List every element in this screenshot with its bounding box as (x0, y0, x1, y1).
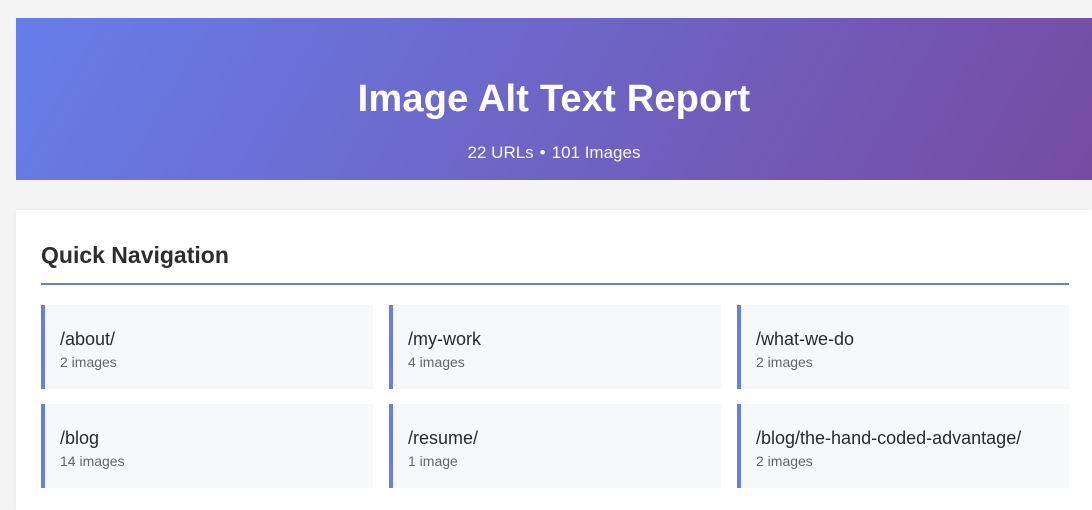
heading-divider (41, 283, 1069, 285)
page-title: Image Alt Text Report (357, 78, 751, 120)
report-summary: 22 URLs • 101 Images (16, 142, 1092, 164)
nav-item-count: 1 image (408, 453, 458, 469)
section-heading: Quick Navigation (41, 242, 229, 268)
image-count: 101 Images (551, 143, 641, 162)
quick-navigation-section: Quick Navigation /about/ 2 images /my-wo… (16, 210, 1092, 510)
nav-item-blog-hand-coded-advantage[interactable]: /blog/the-hand-coded-advantage/ 2 images (737, 404, 1069, 488)
nav-item-path: /about/ (60, 329, 116, 349)
nav-item-my-work[interactable]: /my-work 4 images (389, 305, 721, 389)
nav-item-path: /resume/ (408, 428, 479, 448)
nav-item-count: 2 images (756, 453, 813, 469)
navigation-grid: /about/ 2 images /my-work 4 images /what… (41, 305, 1069, 488)
nav-item-about[interactable]: /about/ 2 images (41, 305, 373, 389)
url-count: 22 URLs (467, 143, 534, 162)
nav-item-blog[interactable]: /blog 14 images (41, 404, 373, 488)
nav-item-count: 4 images (408, 354, 465, 370)
summary-separator: • (539, 143, 546, 162)
report-header: Image Alt Text Report 22 URLs • 101 Images (16, 18, 1092, 180)
nav-item-count: 2 images (60, 354, 117, 370)
nav-item-path: /what-we-do (756, 329, 855, 349)
nav-item-count: 2 images (756, 354, 813, 370)
nav-item-resume[interactable]: /resume/ 1 image (389, 404, 721, 488)
nav-item-count: 14 images (60, 453, 125, 469)
nav-item-what-we-do[interactable]: /what-we-do 2 images (737, 305, 1069, 389)
nav-item-path: /my-work (408, 329, 481, 349)
nav-item-path: /blog/the-hand-coded-advantage/ (756, 428, 1022, 448)
nav-item-path: /blog (60, 428, 100, 448)
